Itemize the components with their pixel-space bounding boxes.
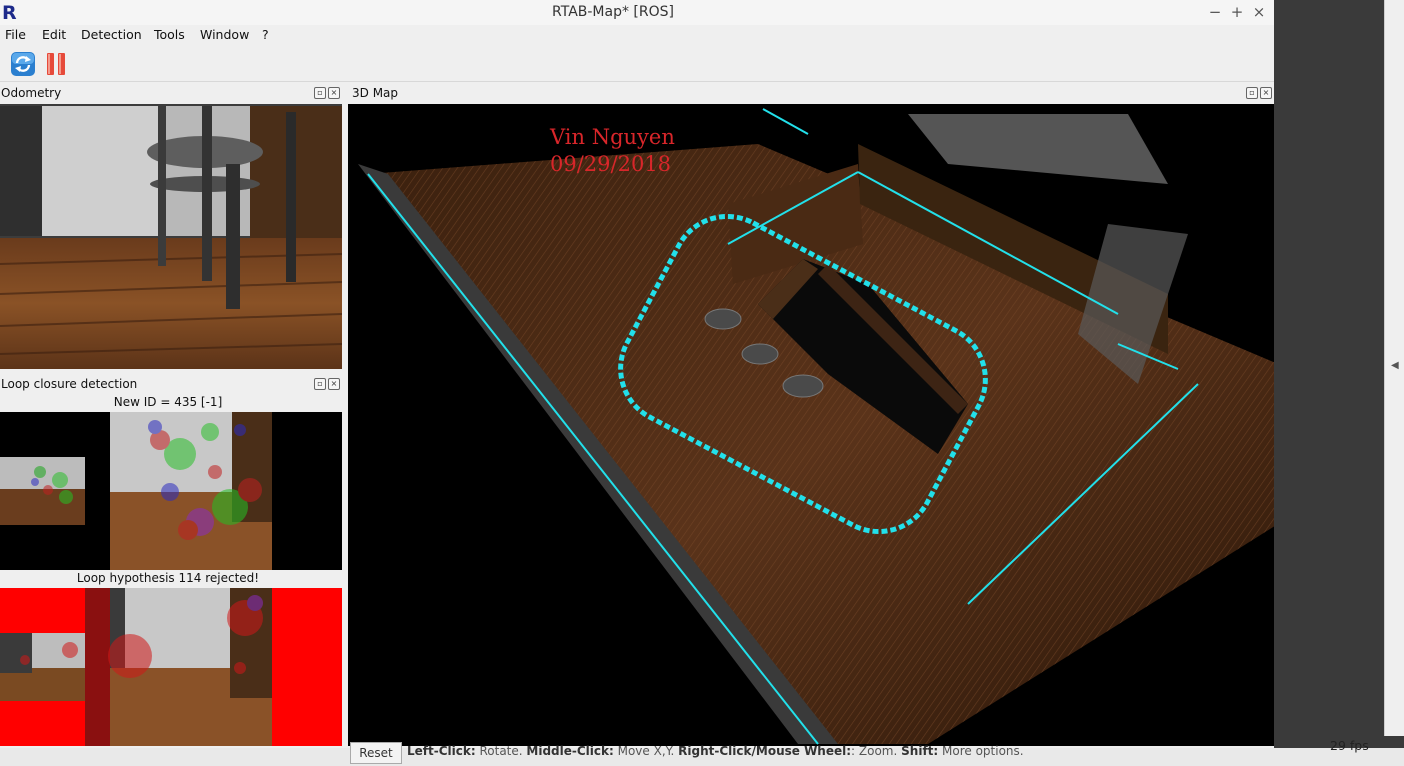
refresh-button[interactable] xyxy=(10,51,36,77)
minimize-button[interactable]: − xyxy=(1206,3,1224,21)
loop-image-features xyxy=(0,588,272,746)
loop-closure-title: Loop closure detection xyxy=(1,377,138,391)
overlay-author: Vin Nguyen xyxy=(550,125,675,149)
float-icon[interactable]: ▫ xyxy=(314,87,326,99)
right-dock-handle[interactable]: ◀ xyxy=(1384,0,1404,736)
odometry-title: Odometry xyxy=(1,86,62,100)
refresh-icon xyxy=(11,52,35,76)
close-button[interactable]: × xyxy=(1250,3,1268,21)
menu-file[interactable]: File xyxy=(5,27,26,42)
loop-closure-dock-title: Loop closure detection ▫ × xyxy=(0,374,344,394)
map3d-dock-title: 3D Map ▫ × xyxy=(348,83,1274,103)
pause-button[interactable] xyxy=(43,51,69,77)
hint-key: Middle-Click: xyxy=(526,744,614,758)
hint-key: Left-Click: xyxy=(407,744,476,758)
float-icon[interactable]: ▫ xyxy=(1246,87,1258,99)
hint-value: : Zoom. xyxy=(851,744,902,758)
odometry-dock-title: Odometry ▫ × xyxy=(0,83,344,103)
close-icon[interactable]: × xyxy=(328,378,340,390)
main-window: R RTAB-Map* [ROS] − + × File Edit Detect… xyxy=(0,0,1274,748)
new-image-view[interactable] xyxy=(0,412,342,570)
menu-help[interactable]: ? xyxy=(262,27,269,42)
hint-value: More options. xyxy=(938,744,1024,758)
new-image-features xyxy=(0,412,272,570)
float-icon[interactable]: ▫ xyxy=(314,378,326,390)
reset-button[interactable]: Reset xyxy=(350,742,402,764)
loop-hypothesis-label: Loop hypothesis 114 rejected! xyxy=(76,571,260,585)
menu-edit[interactable]: Edit xyxy=(42,27,66,42)
map3d-point-cloud xyxy=(358,108,1274,745)
title-bar[interactable]: R RTAB-Map* [ROS] − + × xyxy=(0,0,1274,26)
hint-value: Rotate. xyxy=(475,744,527,758)
pause-icon xyxy=(47,53,65,75)
menu-tools[interactable]: Tools xyxy=(154,27,185,42)
maximize-button[interactable]: + xyxy=(1228,3,1246,21)
status-bar: Reset Left-Click: Rotate. Middle-Click: … xyxy=(0,738,1404,766)
close-icon[interactable]: × xyxy=(1260,87,1272,99)
menu-bar: File Edit Detection Tools Window ? xyxy=(0,25,1274,45)
close-icon[interactable]: × xyxy=(328,87,340,99)
map3d-view[interactable] xyxy=(348,104,1274,746)
hint-key: Shift: xyxy=(901,744,939,758)
menu-detection[interactable]: Detection xyxy=(81,27,142,42)
map3d-title: 3D Map xyxy=(352,86,399,100)
chevron-left-icon[interactable]: ◀ xyxy=(1391,360,1399,371)
hint-value: Move X,Y. xyxy=(613,744,679,758)
new-id-label: New ID = 435 [-1] xyxy=(113,395,223,409)
fps-counter: 29 fps xyxy=(1330,738,1369,753)
odometry-camera-image xyxy=(0,104,342,369)
menu-window[interactable]: Window xyxy=(200,27,249,42)
mouse-hint: Left-Click: Rotate. Middle-Click: Move X… xyxy=(407,744,1024,758)
hint-key: Right-Click/Mouse Wheel: xyxy=(678,744,852,758)
loop-image-view[interactable] xyxy=(0,588,342,746)
toolbar xyxy=(0,45,1274,82)
overlay-date: 09/29/2018 xyxy=(550,152,672,176)
odometry-view[interactable] xyxy=(0,104,342,369)
overlay-watermark: Vin Nguyen 09/29/2018 xyxy=(550,124,675,178)
window-title: RTAB-Map* [ROS] xyxy=(552,4,674,20)
